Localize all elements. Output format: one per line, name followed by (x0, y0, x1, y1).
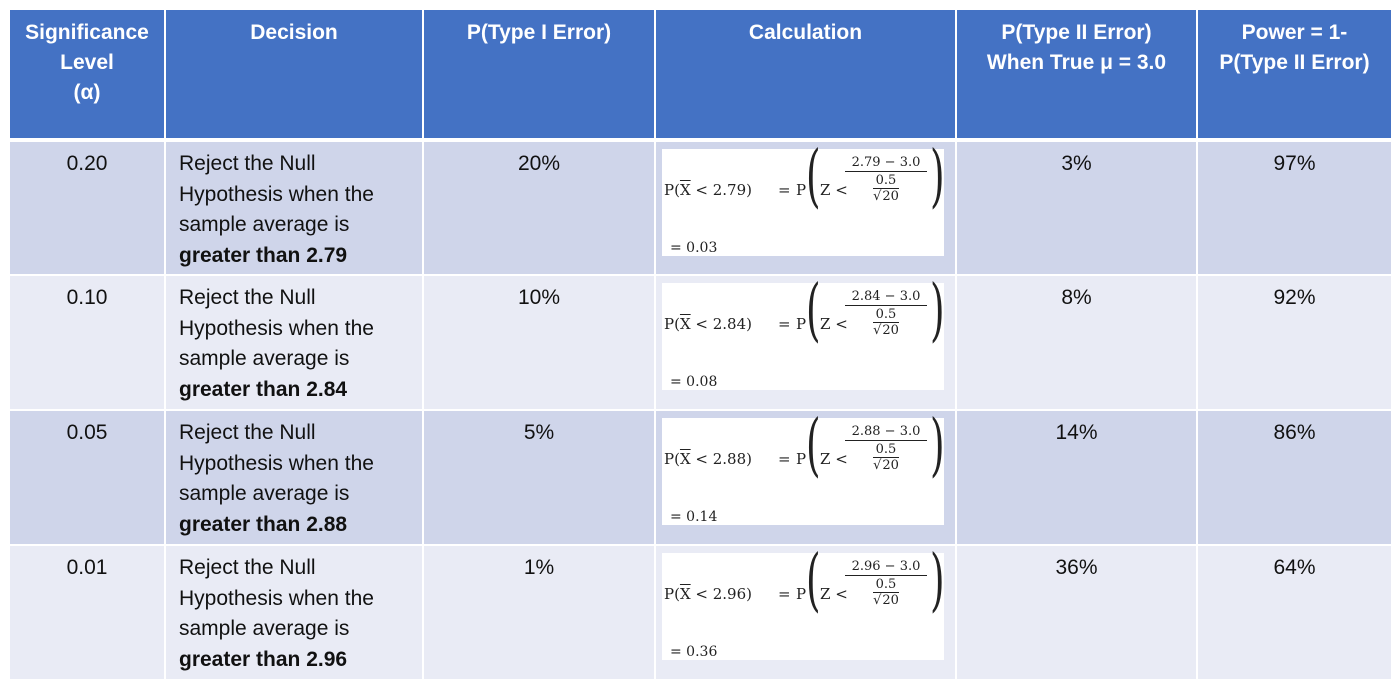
formula-denominator: 0.5 √20 (873, 173, 899, 204)
header-row: Significance Level (α) Decision P(Type I… (8, 8, 1393, 141)
formula-numerator: 2.96 − 3.0 (845, 559, 927, 576)
formula-denominator: 0.5 √20 (873, 442, 899, 473)
table-row: 0.01 Reject the Null Hypothesis when the… (8, 544, 1393, 681)
table-row: 0.20 Reject the Null Hypothesis when the… (8, 139, 1393, 276)
header-power: Power = 1- P(Type II Error) (1196, 8, 1393, 141)
formula-rhs-p: P (796, 181, 807, 199)
decision-cell: Reject the Null Hypothesis when the samp… (164, 139, 424, 276)
formula-z: Z < (820, 585, 848, 603)
alpha-cell: 0.10 (8, 274, 166, 411)
formula-result: = 0.36 (670, 644, 718, 660)
formula-rhs-p: P (796, 315, 807, 333)
type-ii-error-cell: 8% (955, 274, 1198, 411)
formula-z: Z < (820, 181, 848, 199)
formula-right-paren: ) (929, 137, 945, 216)
header-type-ii-error: P(Type II Error) When True μ = 3.0 (955, 8, 1198, 141)
formula-lhs: P(X < 2.84) (664, 315, 752, 333)
formula-equals: = (778, 450, 791, 468)
calculation-cell: P(X < 2.84) = P ( Z < 2.84 − 3.0 0.5 √20… (654, 274, 957, 411)
table-row: 0.10 Reject the Null Hypothesis when the… (8, 274, 1393, 411)
calculation-cell: P(X < 2.88) = P ( Z < 2.88 − 3.0 0.5 √20… (654, 409, 957, 546)
formula-right-paren: ) (929, 271, 945, 350)
power-cell: 86% (1196, 409, 1393, 546)
table-row: 0.05 Reject the Null Hypothesis when the… (8, 409, 1393, 546)
formula-right-paren: ) (929, 406, 945, 485)
type-ii-error-cell: 3% (955, 139, 1198, 276)
type-i-error-cell: 20% (422, 139, 656, 276)
power-cell: 64% (1196, 544, 1393, 681)
formula-rhs-p: P (796, 450, 807, 468)
power-cell: 92% (1196, 274, 1393, 411)
formula-z: Z < (820, 450, 848, 468)
header-decision: Decision (164, 8, 424, 141)
formula-lhs: P(X < 2.88) (664, 450, 752, 468)
header-significance-level: Significance Level (α) (8, 8, 166, 141)
formula-result: = 0.08 (670, 374, 718, 390)
formula-equals: = (778, 585, 791, 603)
formula-result: = 0.03 (670, 240, 718, 256)
formula-fraction: 2.84 − 3.0 0.5 √20 (845, 289, 927, 338)
formula-denominator: 0.5 √20 (873, 577, 899, 608)
formula-equals: = (778, 181, 791, 199)
formula-lhs: P(X < 2.79) (664, 181, 752, 199)
decision-cell: Reject the Null Hypothesis when the samp… (164, 409, 424, 546)
formula-rhs-p: P (796, 585, 807, 603)
type-i-error-cell: 5% (422, 409, 656, 546)
formula-left-paren: ( (805, 137, 821, 216)
formula-fraction: 2.96 − 3.0 0.5 √20 (845, 559, 927, 608)
type-ii-error-cell: 14% (955, 409, 1198, 546)
formula-numerator: 2.79 − 3.0 (845, 155, 927, 172)
decision-cell: Reject the Null Hypothesis when the samp… (164, 274, 424, 411)
alpha-cell: 0.01 (8, 544, 166, 681)
calculation-cell: P(X < 2.96) = P ( Z < 2.96 − 3.0 0.5 √20… (654, 544, 957, 681)
formula-fraction: 2.79 − 3.0 0.5 √20 (845, 155, 927, 204)
formula-denominator: 0.5 √20 (873, 307, 899, 338)
alpha-cell: 0.20 (8, 139, 166, 276)
formula-result: = 0.14 (670, 509, 718, 525)
calculation-formula: P(X < 2.84) = P ( Z < 2.84 − 3.0 0.5 √20… (662, 277, 945, 390)
formula-left-paren: ( (805, 271, 821, 350)
type-i-error-cell: 1% (422, 544, 656, 681)
formula-left-paren: ( (805, 406, 821, 485)
formula-left-paren: ( (805, 541, 821, 620)
formula-lhs: P(X < 2.96) (664, 585, 752, 603)
type-ii-error-cell: 36% (955, 544, 1198, 681)
formula-numerator: 2.88 − 3.0 (845, 424, 927, 441)
calculation-cell: P(X < 2.79) = P ( Z < 2.79 − 3.0 0.5 √20… (654, 139, 957, 276)
power-cell: 97% (1196, 139, 1393, 276)
formula-right-paren: ) (929, 541, 945, 620)
calculation-formula: P(X < 2.96) = P ( Z < 2.96 − 3.0 0.5 √20… (662, 547, 945, 660)
power-analysis-table: Significance Level (α) Decision P(Type I… (8, 8, 1393, 681)
type-i-error-cell: 10% (422, 274, 656, 411)
formula-fraction: 2.88 − 3.0 0.5 √20 (845, 424, 927, 473)
formula-numerator: 2.84 − 3.0 (845, 289, 927, 306)
formula-z: Z < (820, 315, 848, 333)
calculation-formula: P(X < 2.79) = P ( Z < 2.79 − 3.0 0.5 √20… (662, 143, 945, 256)
alpha-cell: 0.05 (8, 409, 166, 546)
formula-equals: = (778, 315, 791, 333)
header-calculation: Calculation (654, 8, 957, 141)
calculation-formula: P(X < 2.88) = P ( Z < 2.88 − 3.0 0.5 √20… (662, 412, 945, 525)
header-type-i-error: P(Type I Error) (422, 8, 656, 141)
decision-cell: Reject the Null Hypothesis when the samp… (164, 544, 424, 681)
